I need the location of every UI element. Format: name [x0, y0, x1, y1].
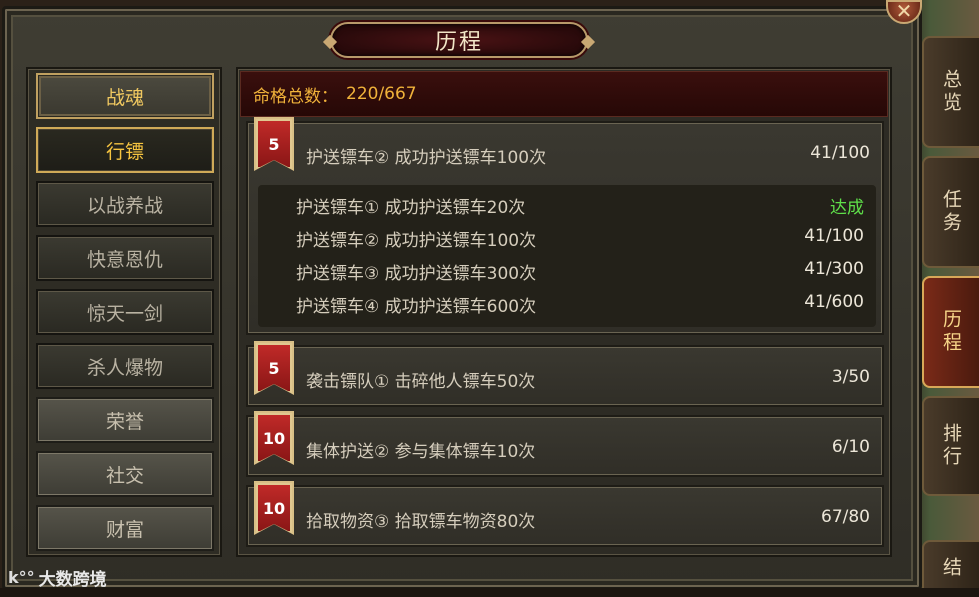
summary-label: 命格总数：: [253, 86, 338, 107]
stage-list: 护送镖车① 成功护送镖车20次 达成 护送镖车② 成功护送镖车100次 41/1…: [258, 185, 876, 327]
stage-row: 护送镖车③ 成功护送镖车300次 41/300: [296, 255, 870, 285]
total-summary-bar: 命格总数： 220/667: [240, 71, 888, 117]
sidebar-item-shejiao[interactable]: 社交: [36, 451, 214, 497]
tab-tasks[interactable]: 任务: [922, 156, 979, 268]
achievement-progress: 41/100: [810, 143, 870, 163]
sidebar-item-sharenbaowu[interactable]: 杀人爆物: [36, 343, 214, 389]
window-title-plate: 历程: [330, 22, 588, 58]
category-sidebar: 战魂 行镖 以战养战 快意恩仇 惊天一剑 杀人爆物 荣誉 社交 财富: [26, 67, 222, 557]
achievement-title: 护送镖车② 成功护送镖车100次: [306, 148, 547, 168]
sidebar-item-jingtianyijian[interactable]: 惊天一剑: [36, 289, 214, 335]
sidebar-item-yizhanyangzhan[interactable]: 以战养战: [36, 181, 214, 227]
sidebar-item-rongyu[interactable]: 荣誉: [36, 397, 214, 443]
sidebar-item-caifu[interactable]: 财富: [36, 505, 214, 551]
tab-overview[interactable]: 总览: [922, 36, 979, 148]
stage-status: 达成: [830, 198, 864, 218]
achievement-card[interactable]: 5 袭击镖队① 击碎他人镖车50次 3/50: [246, 341, 884, 407]
bottom-game-strip: [0, 588, 979, 597]
sidebar-item-xingbiao[interactable]: 行镖: [36, 127, 214, 173]
achievement-progress: 67/80: [821, 507, 870, 527]
achievement-card[interactable]: 5 护送镖车② 成功护送镖车100次 41/100 护送镖车① 成功护送镖车20…: [246, 117, 884, 335]
achievement-title: 拾取物资③ 拾取镖车物资80次: [306, 512, 536, 532]
achievement-card[interactable]: 10 拾取物资③ 拾取镖车物资80次 67/80: [246, 481, 884, 547]
stage-status: 41/600: [804, 292, 864, 312]
points-badge: 5: [256, 119, 292, 169]
tab-ranking[interactable]: 排行: [922, 396, 979, 496]
stage-row: 护送镖车④ 成功护送镖车600次 41/600: [296, 288, 870, 318]
points-badge: 10: [256, 483, 292, 533]
achievement-progress: 3/50: [831, 367, 870, 387]
stage-name: 护送镖车③ 成功护送镖车300次: [296, 264, 537, 284]
achievement-title: 集体护送② 参与集体镖车10次: [306, 442, 536, 462]
stage-status: 41/300: [804, 259, 864, 279]
stage-name: 护送镖车② 成功护送镖车100次: [296, 231, 537, 251]
achievement-title: 袭击镖队① 击碎他人镖车50次: [306, 372, 536, 392]
stage-name: 护送镖车① 成功护送镖车20次: [296, 198, 526, 218]
points-badge: 5: [256, 343, 292, 393]
sidebar-item-kuaiyienchou[interactable]: 快意恩仇: [36, 235, 214, 281]
tab-history[interactable]: 历程: [922, 276, 979, 388]
achievement-list-panel: 命格总数： 220/667 5 护送镖车② 成功护送镖车100次 41/100 …: [236, 67, 892, 557]
watermark-logo-icon: k°°: [8, 568, 35, 587]
points-badge: 10: [256, 413, 292, 463]
stage-row: 护送镖车② 成功护送镖车100次 41/100: [296, 222, 870, 252]
stage-row: 护送镖车① 成功护送镖车20次 达成: [296, 189, 870, 219]
summary-value: 220/667: [346, 84, 417, 104]
achievement-card[interactable]: 10 集体护送② 参与集体镖车10次 6/10: [246, 411, 884, 477]
sidebar-item-zhanhun[interactable]: 战魂: [36, 73, 214, 119]
stage-status: 41/100: [804, 226, 864, 246]
watermark: k°° 大数跨境: [8, 565, 107, 590]
watermark-text: 大数跨境: [38, 570, 107, 590]
achievement-progress: 6/10: [831, 437, 870, 457]
window-title: 历程: [434, 30, 483, 55]
stage-name: 护送镖车④ 成功护送镖车600次: [296, 297, 537, 317]
